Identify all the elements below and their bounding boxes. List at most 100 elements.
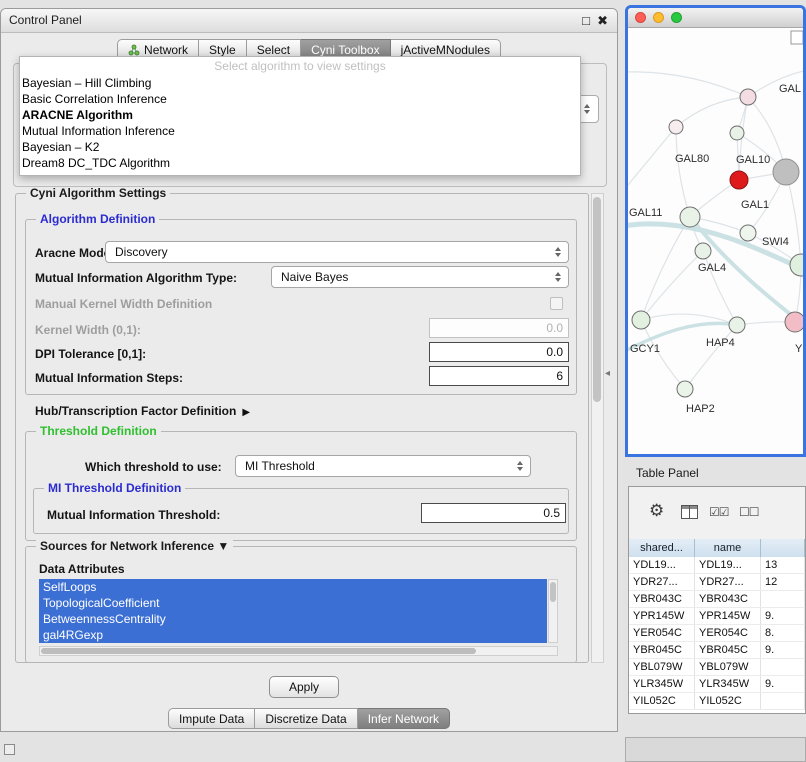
control-panel-titlebar[interactable]: Control Panel □ ✖ [1,9,617,33]
close-icon[interactable]: ✖ [597,12,608,29]
network-node-gal11[interactable] [680,207,700,227]
settings-scrollbar[interactable] [591,193,604,663]
minimize-traffic-light[interactable] [653,12,664,23]
algorithm-option[interactable]: Basic Correlation Inference [20,91,580,107]
table-cell: 9. [761,608,805,624]
network-canvas[interactable]: GAL GAL80 GAL10 GAL11 GAL1 SWI4 GAL4 GCY… [628,28,803,454]
network-corner-widget[interactable] [791,31,803,44]
deselect-all-icon[interactable]: ☐☐ [739,505,759,519]
mi-steps-label: Mutual Information Steps: [35,371,183,385]
sources-group-title[interactable]: Sources for Network Inference ▼ [36,539,233,553]
table-row[interactable]: YER054CYER054C8. [629,625,805,642]
tab-impute-data[interactable]: Impute Data [168,708,255,729]
table-cell: 8. [761,625,805,641]
table-cell: YBR043C [629,591,695,607]
algorithm-option[interactable]: Dream8 DC_TDC Algorithm [20,155,580,171]
select-all-icon[interactable]: ☑☑ [709,505,729,519]
collapse-arrow-icon: ▼ [217,539,229,553]
aracne-mode-select[interactable]: Discovery [105,241,569,263]
zoom-traffic-light[interactable] [671,12,682,23]
network-node-swi4[interactable] [790,254,803,276]
mi-type-select[interactable]: Naive Bayes [271,266,569,288]
manual-kernel-checkbox[interactable] [550,297,563,310]
collapsed-panel-icon[interactable] [4,744,15,755]
algorithm-option[interactable]: Bayesian – Hill Climbing [20,75,580,91]
tab-label: Discretize Data [265,712,346,726]
data-attribute-item[interactable]: SelfLoops [39,579,547,595]
close-traffic-light[interactable] [635,12,646,23]
mi-threshold-field[interactable]: 0.5 [421,503,566,523]
table-cell: YDL19... [629,557,695,573]
bottom-tabbar: Impute Data Discretize Data Infer Networ… [1,708,617,729]
table-toolbar: ⚙ ☑☑ ☐☐ [629,487,805,540]
table-row[interactable]: YBR045CYBR045C9. [629,642,805,659]
network-node-gcy1[interactable] [632,311,650,329]
hub-definition-toggle[interactable]: Hub/Transcription Factor Definition▶ [35,404,250,418]
column-header-name[interactable]: name [695,539,761,557]
node-label: Y [795,343,803,355]
mi-steps-field[interactable]: 6 [429,366,569,386]
network-node[interactable] [669,120,683,134]
float-window-icon[interactable]: □ [582,12,590,29]
table-cell: YDL19... [695,557,761,573]
columns-icon[interactable] [681,505,698,519]
algorithm-option[interactable]: Bayesian – K2 [20,139,580,155]
tab-infer-network[interactable]: Infer Network [358,708,450,729]
scrollbar-thumb[interactable] [41,648,476,654]
data-attribute-item[interactable]: BetweennessCentrality [39,611,547,627]
mi-type-value: Naive Bayes [281,270,552,284]
network-node-hap4[interactable] [729,317,745,333]
aracne-mode-label: Aracne Mode: [35,246,114,260]
control-panel-window: Control Panel □ ✖ Network Style Select C… [0,8,618,732]
node-label: HAP4 [706,337,735,349]
tab-label: Infer Network [368,712,439,726]
network-node-gal1[interactable] [740,225,756,241]
gear-icon[interactable]: ⚙ [649,501,664,521]
table-cell: YLR345W [629,676,695,692]
dropdown-arrows-icon [514,461,526,471]
dropdown-prompt: Select algorithm to view settings [20,58,580,75]
tab-label: Cyni Toolbox [311,43,379,57]
tab-label: jActiveMNodules [401,43,490,57]
table-cell [761,693,805,709]
table-panel-window: ⚙ ☑☑ ☐☐ shared... name YDL19...YDL19...1… [628,486,806,714]
network-window-titlebar[interactable] [628,8,803,28]
scrollbar-thumb[interactable] [593,197,601,402]
tab-discretize-data[interactable]: Discretize Data [255,708,357,729]
which-threshold-select[interactable]: MI Threshold [235,455,531,477]
splitter-collapse-icon[interactable]: ◂ [605,368,610,379]
algorithm-option[interactable]: ARACNE Algorithm [20,107,580,123]
table-row[interactable]: YLR345WYLR345W9. [629,676,805,693]
column-header-shared-name[interactable]: shared... [629,539,695,557]
kernel-width-field[interactable]: 0.0 [429,318,569,338]
network-node[interactable] [773,159,799,185]
network-node-gal4[interactable] [695,243,711,259]
table-cell: 9. [761,676,805,692]
attribute-list-hscrollbar[interactable] [39,646,558,656]
algorithm-option[interactable]: Mutual Information Inference [20,123,580,139]
dpi-tolerance-field[interactable]: 0.0 [429,342,569,362]
node-label: GAL80 [675,153,709,165]
table-row[interactable]: YBL079WYBL079W [629,659,805,676]
table-row[interactable]: YPR145WYPR145W9. [629,608,805,625]
network-node-hap2[interactable] [677,381,693,397]
scrollbar-thumb[interactable] [550,582,556,602]
tab-label: Style [209,43,236,57]
table-row[interactable]: YBR043CYBR043C [629,591,805,608]
network-node[interactable] [730,126,744,140]
column-header-extra[interactable] [761,539,805,557]
apply-button[interactable]: Apply [269,676,339,698]
data-attribute-item[interactable]: gal4RGexp [39,627,547,643]
attribute-list-vscrollbar[interactable] [548,579,558,643]
table-cell: YBL079W [629,659,695,675]
data-attribute-item[interactable]: TopologicalCoefficient [39,595,547,611]
network-node-gal10[interactable] [730,171,748,189]
network-node[interactable] [740,89,756,105]
network-node[interactable] [785,312,803,332]
table-row[interactable]: YDL19...YDL19...13 [629,557,805,574]
table-row[interactable]: YIL052CYIL052C [629,693,805,710]
data-attributes-list[interactable]: SelfLoopsTopologicalCoefficientBetweenne… [39,579,547,643]
window-title: Control Panel [9,13,82,27]
table-cell: YPR145W [695,608,761,624]
table-row[interactable]: YDR27...YDR27...12 [629,574,805,591]
